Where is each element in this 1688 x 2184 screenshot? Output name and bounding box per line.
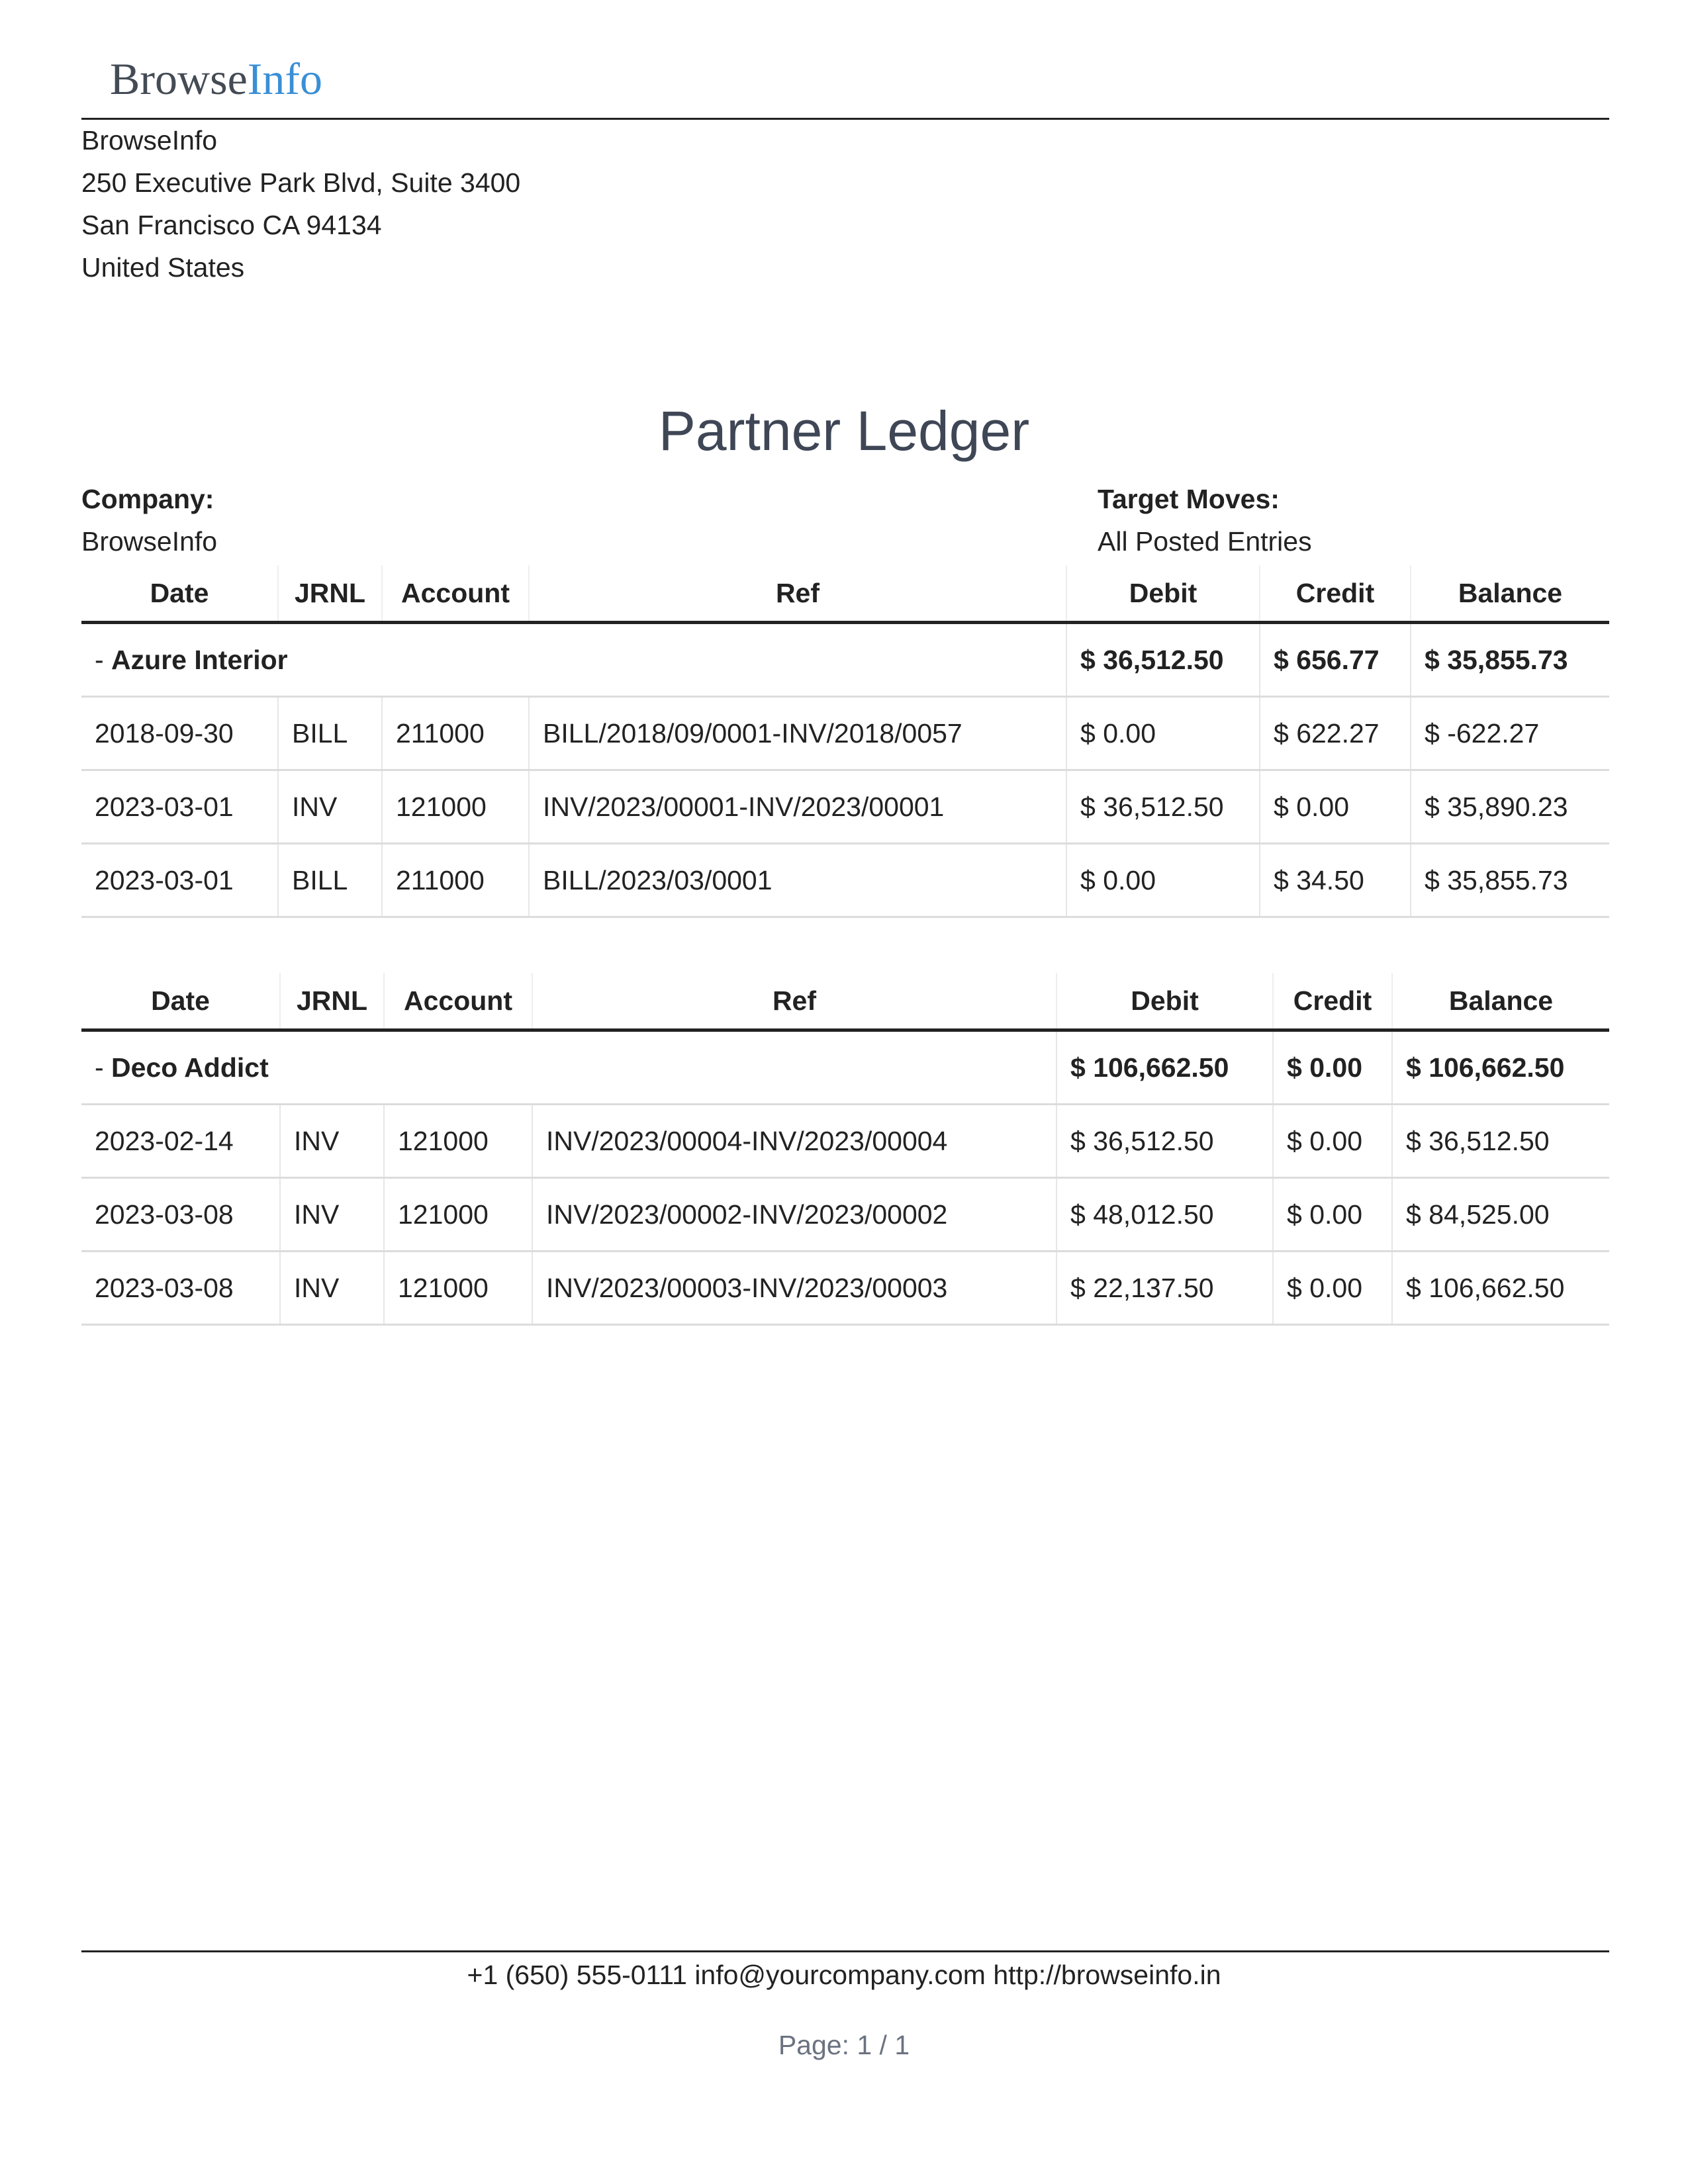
logo-text-main: Browse [110, 54, 248, 104]
line-date: 2023-03-08 [81, 1177, 280, 1252]
line-jrnl: INV [279, 1104, 384, 1179]
target-moves-filter: Target Moves: All Posted Entries [1098, 478, 1312, 563]
line-balance: $ 36,512.50 [1391, 1104, 1609, 1179]
company-address: BrowseInfo 250 Executive Park Blvd, Suit… [81, 119, 520, 289]
partner-summary-row: - Deco Addict $ 106,662.50 $ 0.00 $ 106,… [81, 1030, 1609, 1105]
table-header-row: Date JRNL Account Ref Debit Credit Balan… [81, 565, 1609, 624]
company-label: Company: [81, 484, 214, 514]
col-header-balance: Balance [1410, 565, 1609, 624]
partner-name: Deco Addict [111, 1052, 269, 1083]
line-balance: $ 35,890.23 [1410, 770, 1609, 844]
target-moves-value: All Posted Entries [1098, 526, 1312, 557]
line-debit: $ 22,137.50 [1056, 1251, 1273, 1326]
line-ref: INV/2023/00004-INV/2023/00004 [532, 1104, 1056, 1179]
line-account: 211000 [381, 696, 529, 771]
col-header-jrnl: JRNL [279, 973, 384, 1032]
line-debit: $ 0.00 [1066, 696, 1260, 771]
line-balance: $ 106,662.50 [1391, 1251, 1609, 1326]
col-header-ref: Ref [528, 565, 1066, 624]
line-balance: $ 35,855.73 [1410, 843, 1609, 918]
col-header-ref: Ref [532, 973, 1056, 1032]
col-header-date: Date [81, 565, 278, 624]
line-ref: BILL/2023/03/0001 [528, 843, 1066, 918]
line-credit: $ 0.00 [1272, 1251, 1392, 1326]
col-header-credit: Credit [1272, 973, 1392, 1032]
company-name: BrowseInfo [81, 125, 218, 156]
partner-debit: $ 106,662.50 [1056, 1030, 1273, 1105]
partner-name: Azure Interior [111, 644, 288, 675]
line-jrnl: BILL [277, 696, 382, 771]
line-ref: INV/2023/00001-INV/2023/00001 [528, 770, 1066, 844]
partner-balance: $ 35,855.73 [1410, 622, 1609, 698]
line-debit: $ 36,512.50 [1066, 770, 1260, 844]
col-header-credit: Credit [1259, 565, 1411, 624]
col-header-balance: Balance [1391, 973, 1609, 1032]
table-row: 2023-03-08 INV 121000 INV/2023/00003-INV… [81, 1251, 1609, 1326]
line-date: 2023-03-01 [81, 770, 278, 844]
line-credit: $ 0.00 [1272, 1177, 1392, 1252]
partner-name-cell: - Azure Interior [81, 622, 1066, 698]
col-header-date: Date [81, 973, 280, 1032]
address-country: United States [81, 252, 245, 283]
table-row: 2023-03-08 INV 121000 INV/2023/00002-INV… [81, 1177, 1609, 1252]
target-moves-label: Target Moves: [1098, 484, 1280, 514]
col-header-jrnl: JRNL [277, 565, 382, 624]
partner-prefix: - [95, 644, 112, 675]
line-account: 121000 [383, 1177, 532, 1252]
report-title: Partner Ledger [658, 400, 1030, 462]
ledger-table-1: Date JRNL Account Ref Debit Credit Balan… [81, 565, 1609, 918]
table-header-row: Date JRNL Account Ref Debit Credit Balan… [81, 973, 1609, 1032]
partner-credit: $ 0.00 [1272, 1030, 1392, 1105]
company-filter: Company: BrowseInfo [81, 478, 217, 563]
line-debit: $ 0.00 [1066, 843, 1260, 918]
line-credit: $ 0.00 [1259, 770, 1411, 844]
line-jrnl: INV [279, 1177, 384, 1252]
line-date: 2023-03-01 [81, 843, 278, 918]
line-ref: INV/2023/00003-INV/2023/00003 [532, 1251, 1056, 1326]
table-row: 2023-03-01 INV 121000 INV/2023/00001-INV… [81, 770, 1609, 844]
col-header-debit: Debit [1066, 565, 1260, 624]
partner-debit: $ 36,512.50 [1066, 622, 1260, 698]
line-account: 211000 [381, 843, 529, 918]
line-date: 2023-03-08 [81, 1251, 280, 1326]
line-credit: $ 622.27 [1259, 696, 1411, 771]
line-ref: BILL/2018/09/0001-INV/2018/0057 [528, 696, 1066, 771]
line-date: 2018-09-30 [81, 696, 278, 771]
partner-balance: $ 106,662.50 [1391, 1030, 1609, 1105]
line-account: 121000 [383, 1104, 532, 1179]
line-date: 2023-02-14 [81, 1104, 280, 1179]
line-jrnl: INV [279, 1251, 384, 1326]
logo-text-accent: Info [247, 54, 323, 104]
company-logo: BrowseInfo [110, 49, 322, 109]
line-account: 121000 [381, 770, 529, 844]
table-row: 2023-03-01 BILL 211000 BILL/2023/03/0001… [81, 843, 1609, 918]
line-jrnl: BILL [277, 843, 382, 918]
ledger-table-2: Date JRNL Account Ref Debit Credit Balan… [81, 973, 1609, 1326]
line-debit: $ 36,512.50 [1056, 1104, 1273, 1179]
table-row: 2023-02-14 INV 121000 INV/2023/00004-INV… [81, 1104, 1609, 1179]
partner-prefix: - [95, 1052, 112, 1083]
line-credit: $ 34.50 [1259, 843, 1411, 918]
table-row: 2018-09-30 BILL 211000 BILL/2018/09/0001… [81, 696, 1609, 771]
address-line-2: San Francisco CA 94134 [81, 210, 382, 240]
partner-name-cell: - Deco Addict [81, 1030, 1056, 1105]
col-header-account: Account [383, 973, 532, 1032]
line-credit: $ 0.00 [1272, 1104, 1392, 1179]
line-balance: $ 84,525.00 [1391, 1177, 1609, 1252]
partner-summary-row: - Azure Interior $ 36,512.50 $ 656.77 $ … [81, 622, 1609, 698]
col-header-account: Account [381, 565, 529, 624]
company-value: BrowseInfo [81, 526, 218, 557]
line-balance: $ -622.27 [1410, 696, 1609, 771]
partner-credit: $ 656.77 [1259, 622, 1411, 698]
footer-divider [81, 1950, 1609, 1952]
col-header-debit: Debit [1056, 973, 1273, 1032]
line-ref: INV/2023/00002-INV/2023/00002 [532, 1177, 1056, 1252]
line-jrnl: INV [277, 770, 382, 844]
footer-contact: +1 (650) 555-0111 info@yourcompany.com h… [467, 1960, 1221, 1990]
line-account: 121000 [383, 1251, 532, 1326]
address-line-1: 250 Executive Park Blvd, Suite 3400 [81, 167, 521, 198]
page-number: Page: 1 / 1 [778, 2030, 910, 2060]
line-debit: $ 48,012.50 [1056, 1177, 1273, 1252]
